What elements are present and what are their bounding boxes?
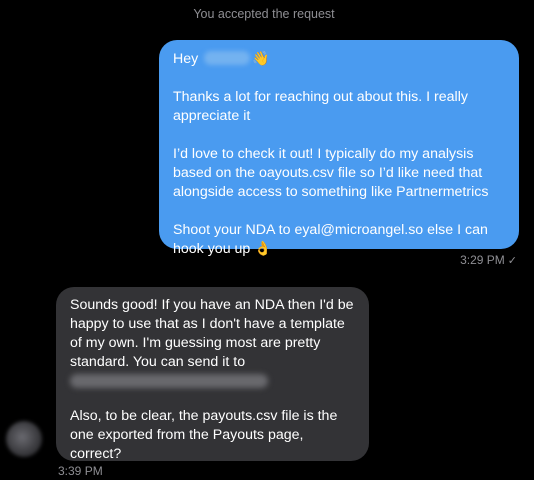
outgoing-paragraph-1: Thanks a lot for reaching out about this… [173,89,468,124]
system-notice: You accepted the request [193,7,335,21]
incoming-timestamp: 3:39 PM [58,464,103,478]
greeting-text: Hey [173,51,199,67]
outgoing-message-bubble[interactable]: Hey 👋 Thanks a lot for reaching out abou… [159,40,519,257]
read-checkmark-icon: ✓ [507,255,517,267]
outgoing-paragraph-3-text: Shoot your NDA to eyal@microangel.so els… [173,222,488,257]
incoming-paragraph-2: Also, to be clear, the payouts.csv file … [70,408,338,462]
outgoing-timestamp: 3:29 PM ✓ [460,253,517,267]
incoming-paragraph-1: Sounds good! If you have an NDA then I'd… [70,296,357,388]
outgoing-time: 3:29 PM [460,253,505,267]
redacted-name [204,51,251,65]
sender-avatar[interactable] [6,421,42,457]
waving-hand-emoji-icon: 👋 [252,51,270,67]
outgoing-greeting-line: Hey 👋 [173,50,507,69]
outgoing-paragraph-3: Shoot your NDA to eyal@microangel.so els… [173,221,507,259]
ok-hand-emoji-icon: 👌 [254,241,272,257]
incoming-paragraph-1-text: Sounds good! If you have an NDA then I'd… [70,297,354,370]
redacted-email [70,374,268,388]
outgoing-paragraph-2: I’d love to check it out! I typically do… [173,146,489,200]
incoming-message-bubble[interactable]: Sounds good! If you have an NDA then I'd… [56,287,369,462]
